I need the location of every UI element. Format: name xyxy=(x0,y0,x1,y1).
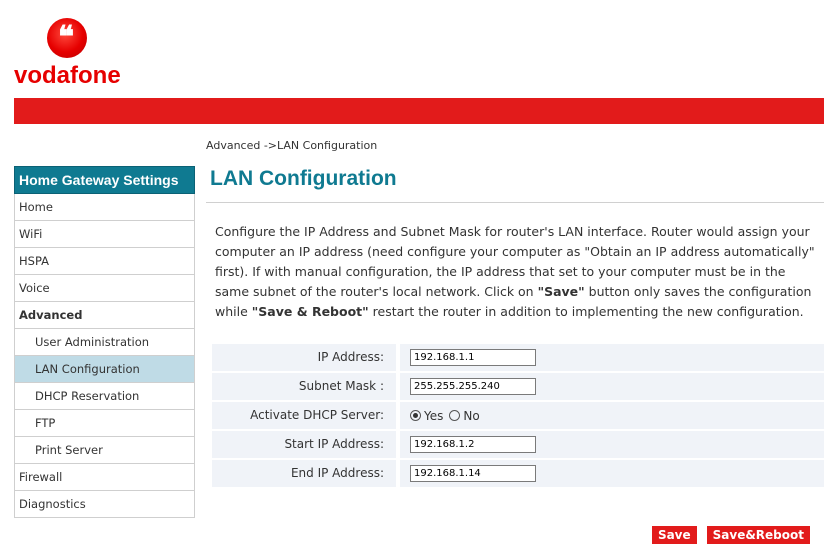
form-row-ip-address: IP Address: xyxy=(212,344,824,371)
form-row-dhcp: Activate DHCP Server: Yes No xyxy=(212,402,824,429)
save-reboot-button[interactable]: Save&Reboot xyxy=(706,526,810,544)
sidebar-item-user-administration[interactable]: User Administration xyxy=(14,329,195,356)
subnet-mask-cell xyxy=(400,373,824,400)
sidebar-item-firewall[interactable]: Firewall xyxy=(14,464,195,491)
form-row-subnet-mask: Subnet Mask : xyxy=(212,373,824,400)
sidebar-item-lan-configuration[interactable]: LAN Configuration xyxy=(14,356,195,383)
start-ip-input[interactable] xyxy=(410,436,536,453)
end-ip-cell xyxy=(400,460,824,487)
dhcp-server-label: Activate DHCP Server: xyxy=(212,402,396,429)
header-bar xyxy=(14,98,824,124)
sidebar-item-print-server[interactable]: Print Server xyxy=(14,437,195,464)
description-save-emphasis: "Save" xyxy=(537,284,585,299)
action-buttons: Save Save&Reboot xyxy=(651,526,810,544)
dhcp-yes-radio[interactable] xyxy=(410,410,421,421)
page-description: Configure the IP Address and Subnet Mask… xyxy=(215,222,823,322)
page-title: LAN Configuration xyxy=(210,167,397,190)
title-divider xyxy=(206,202,824,203)
save-button[interactable]: Save xyxy=(651,526,697,544)
vodafone-logo: ❝ vodafone xyxy=(14,18,134,93)
end-ip-label: End IP Address: xyxy=(212,460,396,487)
brand-name: vodafone xyxy=(14,62,121,89)
sidebar-item-wifi[interactable]: WiFi xyxy=(14,221,195,248)
ip-address-cell xyxy=(400,344,824,371)
start-ip-cell xyxy=(400,431,824,458)
sidebar: Home Gateway Settings Home WiFi HSPA Voi… xyxy=(14,166,195,518)
sidebar-item-diagnostics[interactable]: Diagnostics xyxy=(14,491,195,518)
dhcp-no-label[interactable]: No xyxy=(463,409,479,423)
sidebar-item-ftp[interactable]: FTP xyxy=(14,410,195,437)
dhcp-yes-label[interactable]: Yes xyxy=(424,409,443,423)
description-text: restart the router in addition to implem… xyxy=(368,304,804,319)
subnet-mask-label: Subnet Mask : xyxy=(212,373,396,400)
start-ip-label: Start IP Address: xyxy=(212,431,396,458)
dhcp-server-cell: Yes No xyxy=(400,402,824,429)
form-row-start-ip: Start IP Address: xyxy=(212,431,824,458)
sidebar-item-home[interactable]: Home xyxy=(14,194,195,221)
breadcrumb: Advanced ->LAN Configuration xyxy=(206,139,378,152)
sidebar-item-hspa[interactable]: HSPA xyxy=(14,248,195,275)
subnet-mask-input[interactable] xyxy=(410,378,536,395)
sidebar-item-voice[interactable]: Voice xyxy=(14,275,195,302)
sidebar-header: Home Gateway Settings xyxy=(14,166,195,194)
lan-config-form: IP Address: Subnet Mask : Activate DHCP … xyxy=(212,344,824,489)
sidebar-item-dhcp-reservation[interactable]: DHCP Reservation xyxy=(14,383,195,410)
dhcp-no-radio[interactable] xyxy=(449,410,461,421)
end-ip-input[interactable] xyxy=(410,465,536,482)
dhcp-radio-group: Yes No xyxy=(410,409,486,423)
description-save-reboot-emphasis: "Save & Reboot" xyxy=(251,304,369,319)
sidebar-item-advanced[interactable]: Advanced xyxy=(14,302,195,329)
ip-address-input[interactable] xyxy=(410,349,536,366)
vodafone-speechmark-icon: ❝ xyxy=(47,18,87,58)
form-row-end-ip: End IP Address: xyxy=(212,460,824,487)
ip-address-label: IP Address: xyxy=(212,344,396,371)
